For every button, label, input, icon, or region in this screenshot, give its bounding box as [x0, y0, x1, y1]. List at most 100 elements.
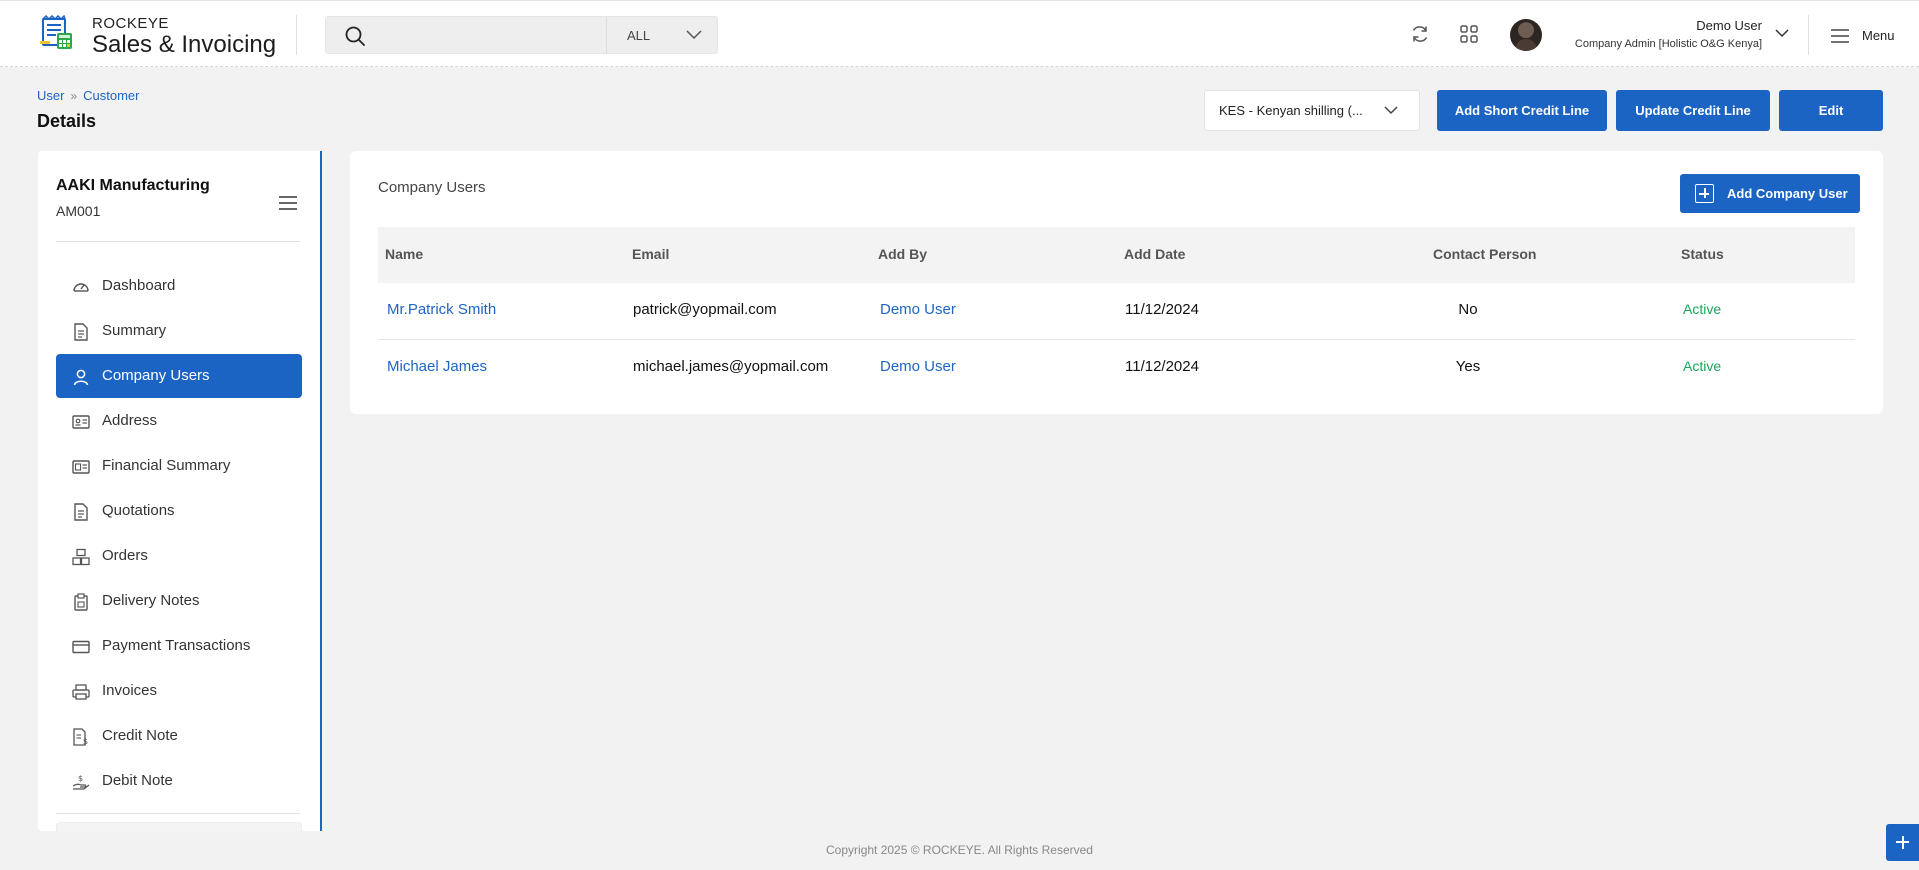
search-icon	[345, 26, 365, 46]
update-credit-line-button[interactable]: Update Credit Line	[1616, 90, 1770, 131]
boxes-icon	[72, 548, 90, 566]
floating-add-button[interactable]	[1886, 824, 1919, 861]
company-code: AM001	[56, 203, 101, 219]
sidebar-item-address[interactable]: Address	[56, 399, 302, 443]
table-row: Mr.Patrick Smith patrick@yopmail.com Dem…	[378, 283, 1855, 340]
document-icon	[74, 323, 88, 341]
refresh-icon[interactable]	[1409, 23, 1431, 45]
clipboard-icon	[74, 593, 88, 611]
sidebar-item-dashboard[interactable]: Dashboard	[56, 264, 302, 308]
status-badge: Active	[1683, 358, 1722, 374]
company-users-panel: Company Users Add Company User Name Emai…	[350, 151, 1883, 414]
search-filter-select[interactable]: ALL	[606, 17, 718, 53]
avatar[interactable]	[1510, 19, 1542, 51]
global-search[interactable]: ALL	[325, 16, 718, 54]
sidebar-divider	[56, 813, 300, 814]
sidebar-item-invoices[interactable]: Invoices	[56, 669, 302, 713]
currency-select[interactable]: KES - Kenyan shilling (...	[1204, 90, 1420, 131]
svg-text:$: $	[83, 737, 88, 746]
row-name[interactable]: Michael James	[387, 358, 487, 375]
plus-icon	[1695, 184, 1714, 203]
search-filter-value: ALL	[627, 28, 651, 43]
user-icon	[73, 369, 89, 386]
sidebar-item-summary[interactable]: Summary	[56, 309, 302, 353]
apps-grid-icon[interactable]	[1458, 23, 1480, 45]
table-row: Michael James michael.james@yopmail.com …	[378, 340, 1855, 397]
customer-sidebar: AAKI Manufacturing AM001 Dashboard Summa…	[38, 151, 322, 831]
printer-icon	[72, 684, 90, 700]
sidebar-item-debit-note[interactable]: $ Debit Note	[56, 759, 302, 803]
column-header-add-by[interactable]: Add By	[878, 246, 927, 262]
top-header: ROCKEYE Sales & Invoicing ALL Demo User …	[0, 0, 1919, 67]
user-menu-chevron-icon[interactable]	[1774, 27, 1790, 39]
brand[interactable]: ROCKEYE Sales & Invoicing	[92, 15, 276, 58]
chevron-down-icon	[686, 30, 702, 40]
sidebar-item-payment-transactions[interactable]: Payment Transactions	[56, 624, 302, 668]
sidebar-item-credit-note[interactable]: $ Credit Note	[56, 714, 302, 758]
sidebar-item-label: Address	[102, 412, 158, 429]
section-title: Company Users	[378, 179, 486, 196]
column-header-contact-person[interactable]: Contact Person	[1433, 246, 1536, 262]
sidebar-item-label: Invoices	[102, 682, 158, 699]
column-header-name[interactable]: Name	[385, 246, 423, 262]
company-name: AAKI Manufacturing	[56, 177, 210, 194]
card-icon	[72, 640, 90, 654]
svg-text:$: $	[78, 774, 83, 783]
sidebar-item-orders[interactable]: Orders	[56, 534, 302, 578]
sidebar-bottom-stub	[56, 822, 302, 831]
sidebar-item-label: Company Users	[102, 367, 210, 384]
brand-top: ROCKEYE	[92, 15, 169, 32]
sidebar-item-label: Financial Summary	[102, 457, 231, 474]
app-logo-icon	[40, 15, 72, 49]
sidebar-item-label: Dashboard	[102, 277, 176, 294]
user-name[interactable]: Demo User	[1696, 18, 1762, 33]
column-header-status[interactable]: Status	[1681, 246, 1724, 262]
sidebar-item-delivery-notes[interactable]: Delivery Notes	[56, 579, 302, 623]
breadcrumb-customer[interactable]: Customer	[83, 88, 139, 103]
sidebar-item-quotations[interactable]: Quotations	[56, 489, 302, 533]
sidebar-toggle-icon[interactable]	[278, 194, 298, 212]
row-email: michael.james@yopmail.com	[633, 358, 829, 375]
add-company-user-button[interactable]: Add Company User	[1680, 174, 1860, 213]
edit-button[interactable]: Edit	[1779, 90, 1883, 131]
add-company-user-label: Add Company User	[1727, 186, 1848, 201]
sidebar-item-financial-summary[interactable]: Financial Summary	[56, 444, 302, 488]
sidebar-item-label: Payment Transactions	[102, 637, 251, 654]
header-divider-right	[1808, 15, 1809, 55]
row-added-by[interactable]: Demo User	[880, 301, 956, 318]
row-contact: No	[1458, 301, 1478, 318]
header-divider	[296, 15, 297, 55]
sidebar-item-label: Debit Note	[102, 772, 173, 789]
sidebar-item-label: Orders	[102, 547, 148, 564]
document-icon	[74, 503, 88, 521]
add-short-credit-line-button[interactable]: Add Short Credit Line	[1437, 90, 1607, 131]
sidebar-item-label: Quotations	[102, 502, 175, 519]
hamburger-icon	[1831, 29, 1849, 43]
row-added-by[interactable]: Demo User	[880, 358, 956, 375]
sidebar-item-label: Credit Note	[102, 727, 178, 744]
footer-copyright: Copyright 2025 © ROCKEYE. All Rights Res…	[826, 843, 1093, 857]
breadcrumb: User » Customer	[37, 88, 140, 103]
column-header-email[interactable]: Email	[632, 246, 669, 262]
sidebar-item-label: Summary	[102, 322, 167, 339]
money-card-icon	[72, 460, 90, 474]
row-email: patrick@yopmail.com	[633, 301, 777, 318]
brand-title: Sales & Invoicing	[92, 31, 277, 58]
sidebar-divider	[56, 241, 300, 242]
sidebar-item-company-users[interactable]: Company Users	[56, 354, 302, 398]
breadcrumb-separator-icon: »	[70, 89, 78, 103]
user-role: Company Admin [Holistic O&G Kenya]	[1574, 38, 1762, 50]
credit-note-icon: $	[73, 728, 88, 746]
row-date: 11/12/2024	[1125, 358, 1199, 375]
breadcrumb-user[interactable]: User	[37, 88, 64, 103]
page-title: Details	[37, 111, 97, 131]
row-date: 11/12/2024	[1125, 301, 1199, 318]
status-badge: Active	[1683, 301, 1722, 317]
chevron-down-icon	[1384, 106, 1398, 115]
row-contact: Yes	[1455, 358, 1481, 375]
column-header-add-date[interactable]: Add Date	[1124, 246, 1185, 262]
address-card-icon	[72, 415, 90, 429]
table-header: Name Email Add By Add Date Contact Perso…	[378, 227, 1855, 283]
row-name[interactable]: Mr.Patrick Smith	[387, 301, 496, 318]
currency-value: KES - Kenyan shilling (...	[1219, 103, 1363, 118]
